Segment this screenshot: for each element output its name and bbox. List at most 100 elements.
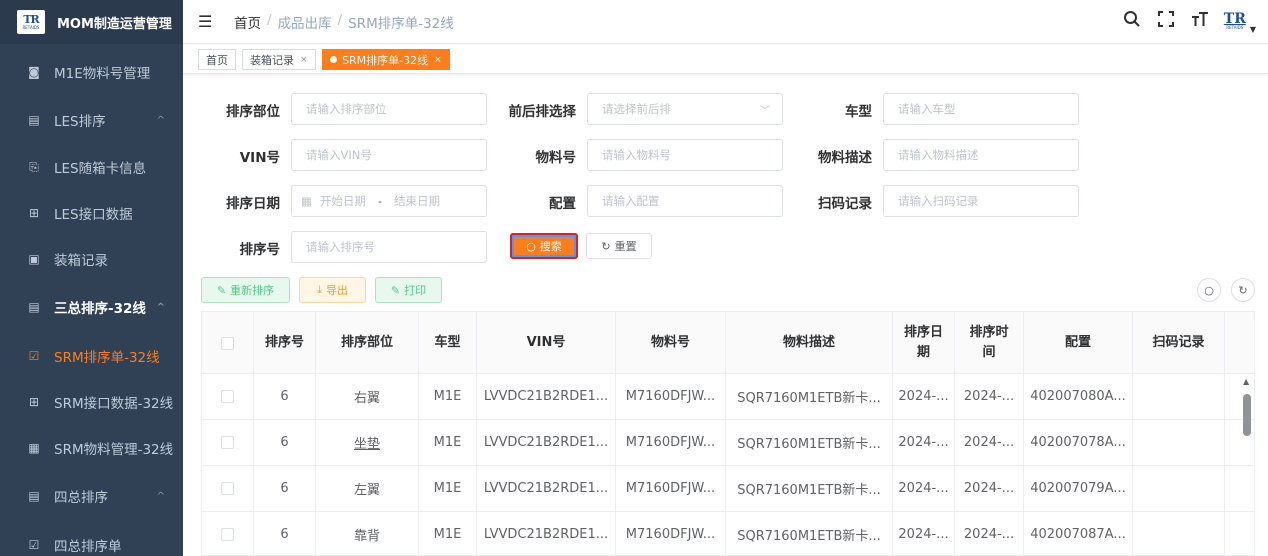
close-icon[interactable]: × (300, 55, 308, 65)
tab-label: SRM排序单-32线 (342, 53, 429, 67)
vin-input[interactable]: 请输入VIN号 (291, 139, 487, 171)
frontback-label: 前后排选择 (508, 104, 577, 120)
scrollbar-thumb[interactable] (1243, 394, 1251, 436)
table-cell: 402007087A... (1024, 512, 1133, 555)
doc-icon: ▣ (28, 252, 40, 266)
reset-button[interactable]: ↻ 重置 (586, 233, 652, 259)
model-placeholder: 请输入车型 (898, 102, 956, 116)
table-cell: 6 (254, 374, 316, 419)
chevron-up-icon: ^ (156, 114, 165, 126)
config-label: 配置 (549, 196, 576, 212)
table-cell: 坐垫 (316, 420, 419, 465)
close-icon[interactable]: × (434, 55, 442, 65)
table-cell: LVVDC21B2RDE1... (477, 466, 616, 511)
menu-toggle-icon[interactable]: ☰ (198, 12, 216, 31)
export-button[interactable]: ⤓ 导出 (299, 277, 366, 303)
date-range-picker[interactable]: ▦ 开始日期 - 结束日期 (291, 185, 487, 217)
sidebar-item-srm-order[interactable]: ☑ SRM排序单-32线 (0, 338, 183, 374)
table-cell: M1E (419, 374, 477, 419)
user-avatar[interactable]: TR RETAIDS ▼ (1224, 12, 1256, 34)
edit-icon: ✎ (390, 283, 401, 297)
sidebar-item-sizong-sort[interactable]: ▤ 四总排序 ^ (0, 478, 183, 514)
desc-input[interactable]: 请输入物料描述 (883, 139, 1079, 171)
col-header: 排序时间 (955, 312, 1024, 374)
col-header: VIN号 (477, 312, 616, 374)
table-scrollbar[interactable]: ▲ (1240, 374, 1254, 555)
sidebar-item-les-card[interactable]: ⎘ LES随箱卡信息 (0, 149, 183, 185)
scroll-up-icon[interactable]: ▲ (1243, 377, 1249, 386)
row-checkbox-cell[interactable] (202, 466, 254, 511)
scan-label: 扫码记录 (818, 196, 872, 212)
table-cell: 右翼 (316, 374, 419, 419)
table-row[interactable]: 6 右翼 M1E LVVDC21B2RDE1... M7160DFJW... S… (202, 374, 1254, 420)
dept-input[interactable]: 请输入排序部位 (291, 93, 487, 125)
list-icon: ▤ (28, 489, 40, 503)
company-logo: TR RETAIDS (17, 10, 45, 34)
config-input[interactable]: 请输入配置 (587, 185, 783, 217)
sidebar-item-srm-material[interactable]: ▦ SRM物料管理-32线 (0, 430, 183, 466)
data-table: 排序号 排序部位 车型 VIN号 物料号 物料描述 排序日期 排序时间 配置 扫… (201, 311, 1255, 556)
table-cell: M1E (419, 420, 477, 465)
table-cell: M7160DFJW... (616, 374, 726, 419)
table-cell: LVVDC21B2RDE1... (477, 374, 616, 419)
sidebar-item-packing-record[interactable]: ▣ 装箱记录 (0, 241, 183, 277)
table-cell: 2024-... (893, 374, 955, 419)
breadcrumb-outbound: 成品出库 (277, 15, 332, 32)
material-input[interactable]: 请输入物料号 (587, 139, 783, 171)
tab-packing-record[interactable]: 装箱记录 × (242, 49, 316, 70)
toggle-search-button[interactable]: ○ (1197, 278, 1221, 302)
row-checkbox[interactable] (221, 436, 234, 449)
seq-label: 排序号 (239, 242, 281, 258)
sidebar-item-les-sort[interactable]: ▤ LES排序 ^ (0, 102, 183, 138)
fullscreen-icon[interactable] (1156, 11, 1176, 32)
edit-icon: ✎ (216, 283, 227, 297)
chevron-up-icon: ^ (156, 490, 165, 502)
search-button[interactable]: ○ 搜索 (510, 233, 578, 259)
material-placeholder: 请输入物料号 (602, 148, 671, 162)
sidebar-item-sizong-order[interactable]: ☑ 四总排序单 (0, 527, 183, 556)
sidebar-item-label: SRM接口数据-32线 (54, 396, 174, 412)
chevron-up-icon: ^ (156, 301, 165, 313)
date-range-separator: - (377, 194, 383, 208)
scan-input[interactable]: 请输入扫码记录 (883, 185, 1079, 217)
col-header: 物料描述 (726, 312, 893, 374)
table-cell: SQR7160M1ETB新卡... (726, 420, 893, 465)
tab-srm-order[interactable]: SRM排序单-32线 × (322, 49, 450, 70)
seq-input[interactable]: 请输入排序号 (291, 231, 487, 263)
search-icon[interactable] (1122, 10, 1142, 33)
row-checkbox-cell[interactable] (202, 512, 254, 555)
sidebar-item-srm-interface[interactable]: ⊞ SRM接口数据-32线 (0, 384, 183, 420)
sidebar-item-les-interface[interactable]: ⊞ LES接口数据 (0, 195, 183, 231)
model-input[interactable]: 请输入车型 (883, 93, 1079, 125)
row-checkbox[interactable] (221, 528, 234, 541)
print-button-label: 打印 (404, 284, 427, 297)
table-cell: 6 (254, 512, 316, 555)
sidebar-logo-row[interactable]: TR RETAIDS MOM制造运营管理 (0, 0, 183, 44)
col-header: 物料号 (616, 312, 726, 374)
row-checkbox-cell[interactable] (202, 374, 254, 419)
resort-button[interactable]: ✎ 重新排序 (201, 277, 290, 303)
row-checkbox[interactable] (221, 390, 234, 403)
table-row[interactable]: 6 靠背 M1E LVVDC21B2RDE1... M7160DFJW... S… (202, 512, 1254, 555)
select-all-checkbox[interactable] (221, 336, 234, 350)
refresh-button[interactable]: ↻ (1231, 278, 1255, 302)
breadcrumb-current: SRM排序单-32线 (348, 15, 454, 32)
print-button[interactable]: ✎ 打印 (375, 277, 442, 303)
row-checkbox[interactable] (221, 482, 234, 495)
frontback-select[interactable]: 请选择前后排 ﹀ (587, 93, 783, 125)
table-row[interactable]: 6 坐垫 M1E LVVDC21B2RDE1... M7160DFJW... S… (202, 420, 1254, 466)
logo-subtext: RETAIDS (22, 24, 40, 30)
table-cell (1133, 512, 1225, 555)
tags-view: 首页 装箱记录 × SRM排序单-32线 × (183, 44, 1268, 74)
tab-label: 装箱记录 (250, 53, 294, 67)
sidebar-item-label: M1E物料号管理 (54, 66, 151, 82)
sidebar-item-m1e-material[interactable]: ◙ M1E物料号管理 (0, 54, 183, 90)
row-checkbox-cell[interactable] (202, 420, 254, 465)
breadcrumb-home[interactable]: 首页 (234, 12, 261, 32)
font-size-icon[interactable] (1190, 11, 1210, 32)
caret-down-icon: ▼ (1249, 25, 1256, 34)
sidebar-item-sanzong-sort[interactable]: ▤ 三总排序-32线 ^ (0, 289, 183, 325)
tab-home[interactable]: 首页 (198, 49, 236, 70)
select-all-checkbox-cell[interactable] (202, 312, 254, 374)
table-row[interactable]: 6 左翼 M1E LVVDC21B2RDE1... M7160DFJW... S… (202, 466, 1254, 512)
